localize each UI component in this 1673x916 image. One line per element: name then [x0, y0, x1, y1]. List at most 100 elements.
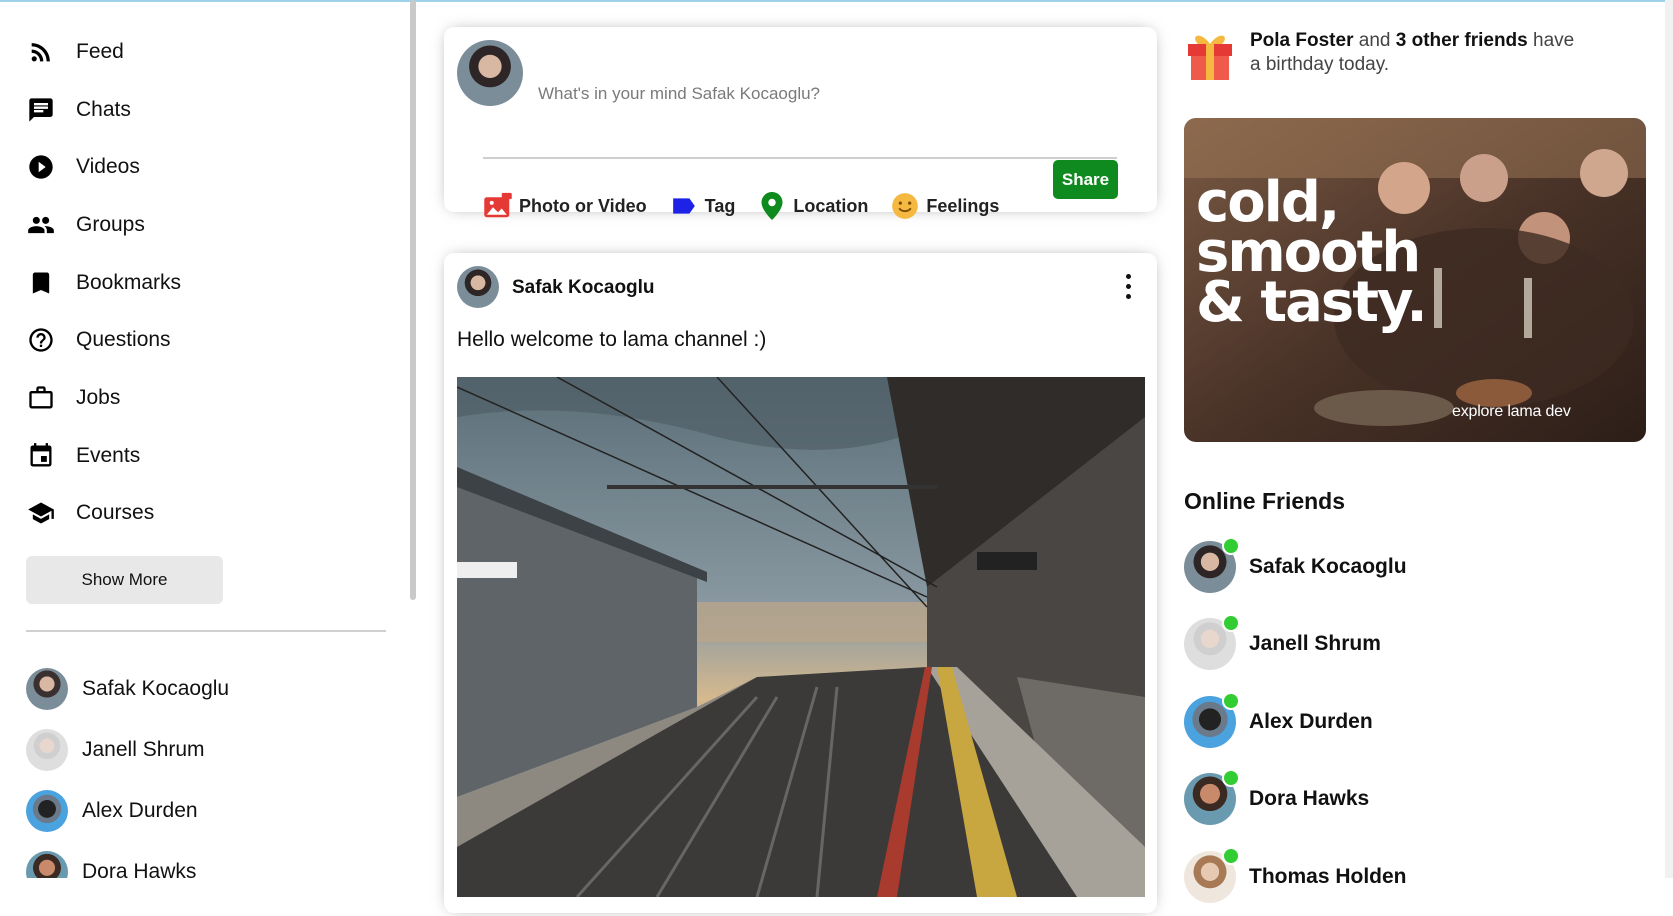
avatar: [457, 40, 523, 106]
rss-feed-icon: [26, 37, 56, 67]
label-icon: [669, 191, 699, 221]
share-option-feelings[interactable]: Feelings: [890, 191, 999, 221]
sidebar-item-label: Groups: [76, 212, 145, 236]
work-outline-icon: [26, 383, 56, 413]
avatar: [26, 789, 68, 832]
avatar: [1184, 769, 1240, 826]
sidebar-item-label: Chats: [76, 97, 131, 121]
friend-name: Safak Kocaoglu: [82, 676, 230, 700]
share-input[interactable]: [538, 84, 1098, 104]
ad-footer: explore lama dev: [1452, 403, 1571, 420]
school-icon: [26, 498, 56, 528]
avatar: [1184, 846, 1240, 903]
sidebar-item-groups[interactable]: Groups: [26, 196, 412, 254]
play-circle-icon: [26, 152, 56, 182]
more-vert-icon[interactable]: [1120, 271, 1136, 301]
share-box: Photo or Video Tag Location Feelings Sha…: [444, 27, 1157, 220]
share-button[interactable]: Share: [1053, 160, 1118, 199]
online-friend-item[interactable]: Safak Kocaoglu: [1184, 528, 1407, 606]
post-image: [457, 377, 1145, 897]
online-friends-list: Safak Kocaoglu Janell Shrum Alex Durden …: [1184, 528, 1407, 916]
group-icon: [26, 210, 56, 240]
friend-name: Janell Shrum: [82, 737, 205, 761]
avatar: [26, 667, 68, 710]
show-more-button[interactable]: Show More: [26, 556, 223, 605]
sidebar-item-label: Jobs: [76, 385, 121, 409]
post-text: Hello welcome to lama channel :): [457, 328, 767, 351]
avatar: [26, 728, 68, 771]
birthday-text: Pola Foster and 3 other friends have a b…: [1250, 29, 1590, 77]
post: Safak Kocaoglu Hello welcome to lama cha…: [444, 253, 1157, 913]
online-friends-title: Online Friends: [1184, 488, 1346, 514]
online-friend-item[interactable]: Thomas Holden: [1184, 838, 1407, 916]
sidebar-menu: Feed Chats Videos Groups Bookmarks Quest…: [26, 23, 412, 542]
share-option-label: Location: [793, 195, 869, 216]
location-pin-icon: [757, 191, 787, 221]
share-option-label: Photo or Video: [519, 195, 647, 216]
avatar: [1184, 614, 1240, 671]
avatar: [1184, 691, 1240, 748]
birthday-others[interactable]: 3 other friends: [1396, 30, 1528, 51]
event-icon: [26, 441, 56, 471]
online-status-badge: [1222, 769, 1240, 788]
sidebar-item-label: Questions: [76, 328, 171, 352]
left-sidebar: Feed Chats Videos Groups Bookmarks Quest…: [0, 0, 412, 878]
friend-name: Dora Hawks: [82, 859, 197, 878]
sidebar-item-label: Courses: [76, 501, 155, 525]
help-outline-icon: [26, 325, 56, 355]
online-status-badge: [1222, 691, 1240, 710]
sidebar-item-bookmarks[interactable]: Bookmarks: [26, 254, 412, 312]
share-option-label: Feelings: [926, 195, 1000, 216]
share-divider: [483, 157, 1117, 159]
gift-icon: [1188, 35, 1232, 80]
sidebar-item-label: Bookmarks: [76, 270, 182, 294]
friend-name: Alex Durden: [82, 798, 198, 822]
online-friend-item[interactable]: Dora Hawks: [1184, 761, 1407, 839]
friend-name: Safak Kocaoglu: [1249, 554, 1407, 578]
post-username[interactable]: Safak Kocaoglu: [512, 277, 655, 299]
share-option-location[interactable]: Location: [757, 191, 868, 221]
online-status-badge: [1222, 614, 1240, 633]
sidebar-friend-item[interactable]: Dora Hawks: [26, 841, 412, 878]
sidebar-item-videos[interactable]: Videos: [26, 138, 412, 196]
advertisement[interactable]: cold, smooth & tasty. explore lama dev: [1184, 118, 1646, 442]
sidebar-item-feed[interactable]: Feed: [26, 23, 412, 81]
sidebar-item-courses[interactable]: Courses: [26, 485, 412, 543]
chat-icon: [26, 95, 56, 125]
share-option-tag[interactable]: Tag: [669, 191, 736, 221]
smiley-icon: [890, 191, 920, 221]
avatar[interactable]: [457, 266, 499, 308]
sidebar-divider: [26, 630, 386, 633]
ad-title: cold, smooth & tasty.: [1196, 170, 1428, 335]
sidebar-item-jobs[interactable]: Jobs: [26, 369, 412, 427]
sidebar-item-questions[interactable]: Questions: [26, 311, 412, 369]
birthday-connector: and: [1353, 30, 1396, 51]
birthday-name[interactable]: Pola Foster: [1250, 30, 1353, 51]
friend-name: Thomas Holden: [1249, 864, 1407, 888]
share-option-label: Tag: [704, 195, 736, 216]
friend-name: Alex Durden: [1249, 709, 1373, 733]
online-friend-item[interactable]: Janell Shrum: [1184, 606, 1407, 684]
share-option-photo[interactable]: Photo or Video: [483, 191, 647, 221]
avatar: [26, 850, 68, 878]
online-status-badge: [1222, 846, 1240, 865]
friend-name: Janell Shrum: [1249, 632, 1381, 656]
sidebar-item-label: Feed: [76, 39, 124, 63]
sidebar-friend-item[interactable]: Alex Durden: [26, 780, 412, 841]
sidebar-friend-item[interactable]: Safak Kocaoglu: [26, 658, 412, 719]
feed: Photo or Video Tag Location Feelings Sha…: [444, 0, 1157, 913]
share-options: Photo or Video Tag Location Feelings: [483, 191, 1021, 221]
sidebar-item-label: Events: [76, 443, 141, 467]
right-sidebar: Pola Foster and 3 other friends have a b…: [1184, 0, 1673, 903]
sidebar-item-chats[interactable]: Chats: [26, 81, 412, 139]
page-scrollbar[interactable]: [1665, 0, 1673, 878]
sidebar-item-events[interactable]: Events: [26, 427, 412, 485]
sidebar-friend-list: Safak Kocaoglu Janell Shrum Alex Durden …: [26, 658, 412, 878]
friend-name: Dora Hawks: [1249, 787, 1370, 811]
sidebar-scrollbar[interactable]: [410, 0, 416, 600]
online-status-badge: [1222, 536, 1240, 555]
sidebar-friend-item[interactable]: Janell Shrum: [26, 719, 412, 780]
bookmark-icon: [26, 268, 56, 298]
birthday-notice: Pola Foster and 3 other friends have a b…: [1186, 26, 1590, 82]
online-friend-item[interactable]: Alex Durden: [1184, 683, 1407, 761]
